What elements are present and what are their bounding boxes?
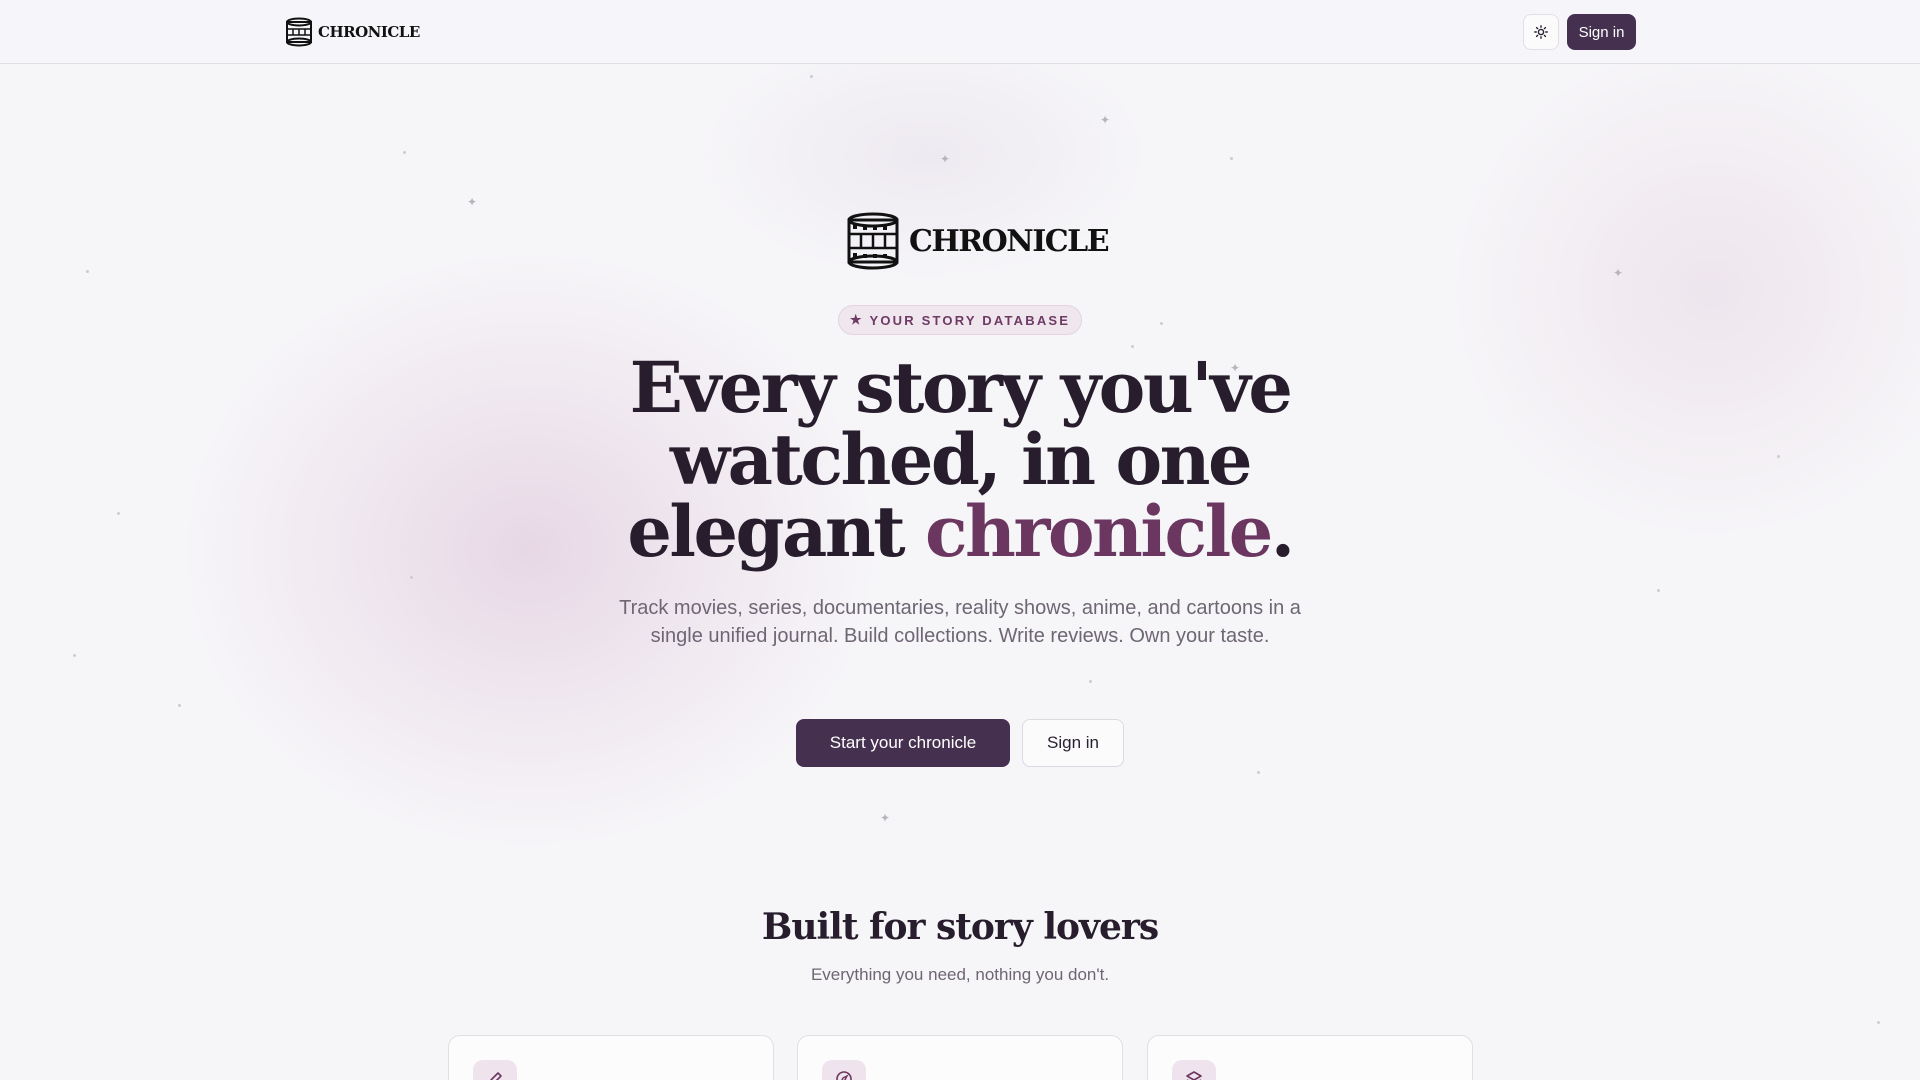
layers-icon [1172,1060,1216,1080]
headline-accent: chronicle [924,490,1273,573]
badge-label: YOUR STORY DATABASE [869,312,1071,328]
top-navbar: CHRONICLE Sign in [0,0,1920,64]
headline-line-1: Every story you've [629,346,1293,429]
header-logo[interactable]: CHRONICLE [284,17,420,47]
tagline-badge: ★ YOUR STORY DATABASE [838,305,1082,335]
sparkle-icon: ✦ [940,152,951,166]
sparkle-icon: ✦ [880,811,891,825]
sun-icon [1534,25,1548,39]
header-signin-button[interactable]: Sign in [1567,14,1636,50]
sparkle-icon: ✦ [1613,266,1624,280]
pen-icon [473,1060,517,1080]
theme-toggle-button[interactable] [1523,14,1559,50]
headline-period: . [1270,490,1295,573]
sparkle-icon: ✦ [1100,113,1111,127]
features-title: Built for story lovers [761,906,1159,948]
hero-signin-button[interactable]: Sign in [1022,719,1124,767]
film-reel-icon [286,17,312,47]
feature-card [1147,1035,1473,1080]
film-reel-icon [847,212,899,270]
hero-logo-wordmark: CHRONICLE [909,223,1110,259]
start-chronicle-button[interactable]: Start your chronicle [796,719,1010,767]
features-subtitle: Everything you need, nothing you don't. [810,965,1110,984]
hero-headline: Every story you've watched, in one elega… [560,352,1360,568]
logo-wordmark: CHRONICLE [318,23,420,41]
compass-icon [822,1060,866,1080]
hero-subtitle: Track movies, series, documentaries, rea… [619,597,1301,647]
star-icon: ★ [849,312,862,327]
sparkle-icon: ✦ [467,195,478,209]
feature-card [797,1035,1123,1080]
feature-card [448,1035,774,1080]
headline-line-3: elegant [627,490,925,573]
headline-line-2: watched, in one [669,418,1253,501]
hero-logo: CHRONICLE [845,212,1110,270]
